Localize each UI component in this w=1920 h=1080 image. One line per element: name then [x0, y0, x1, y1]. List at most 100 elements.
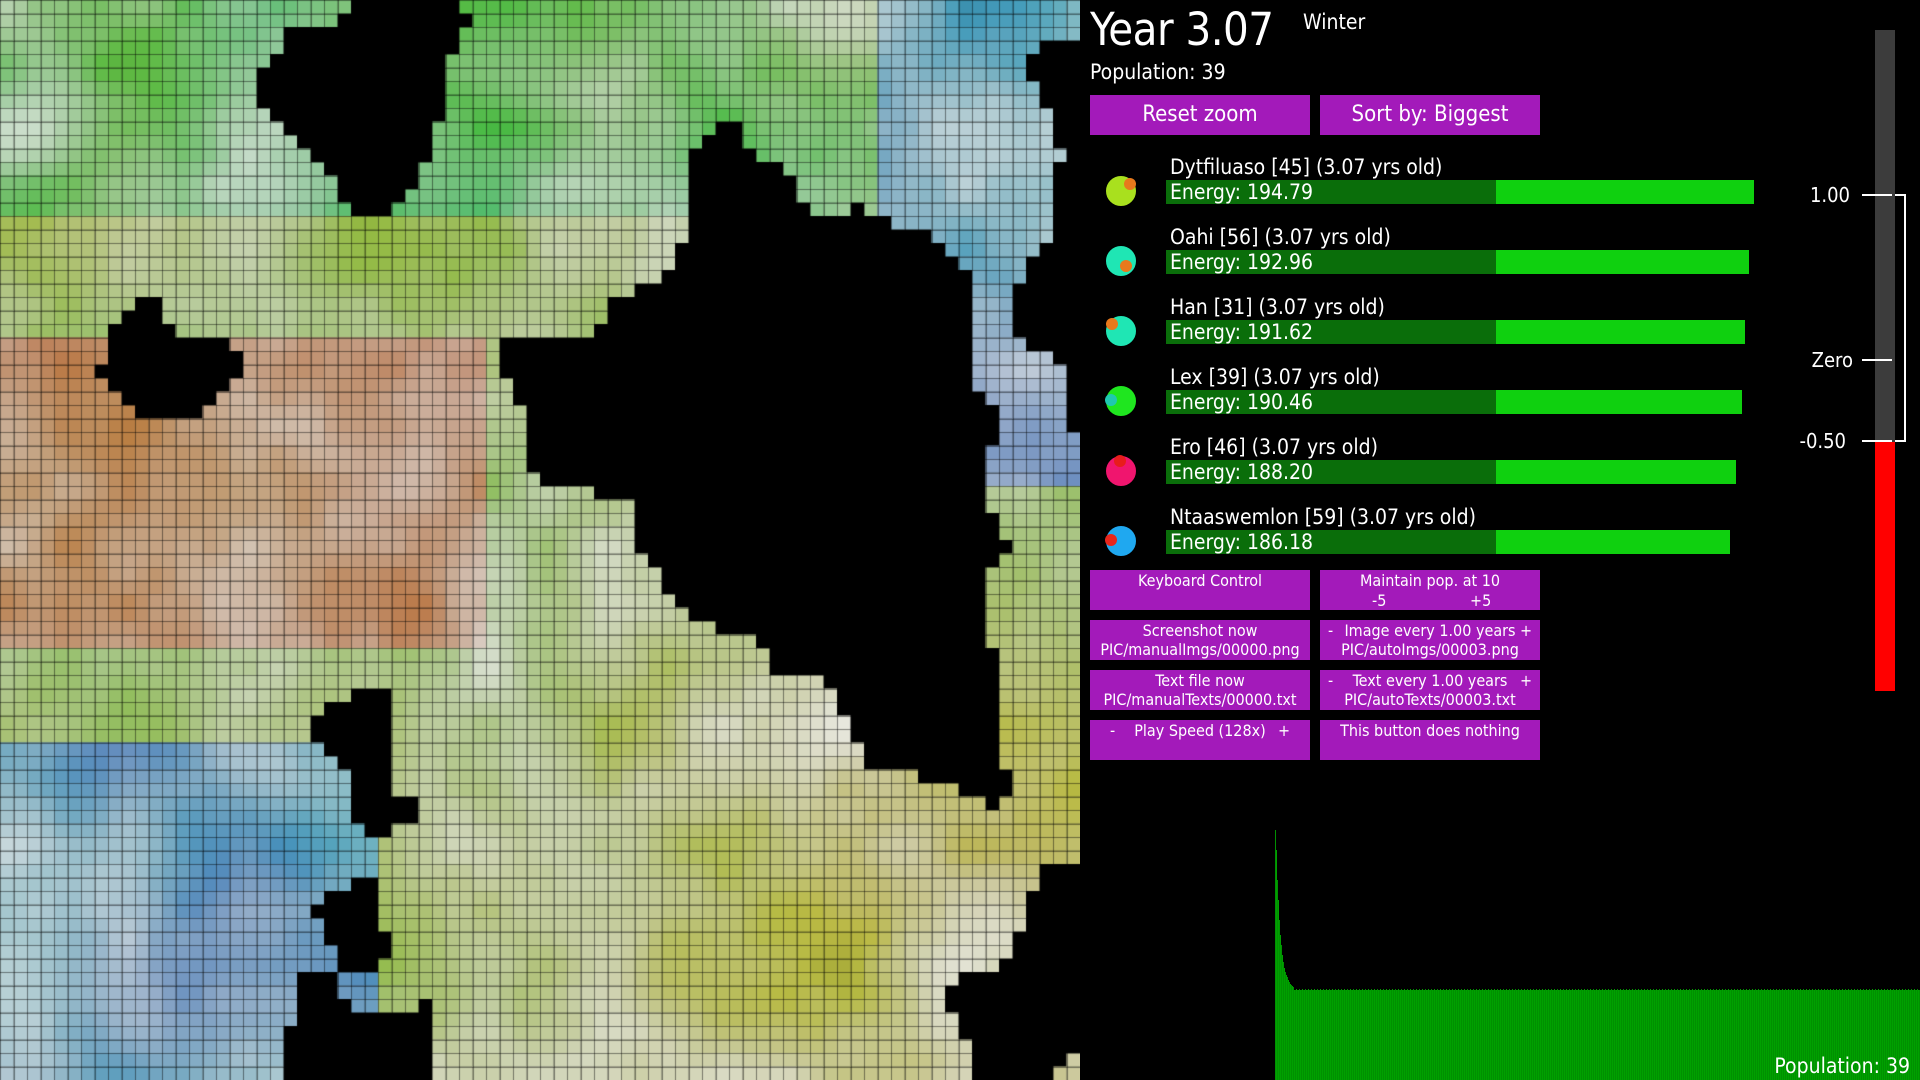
population-graph-bar — [1569, 989, 1570, 1080]
population-graph-bar — [1409, 990, 1410, 1080]
creature-row[interactable]: Dytfiluaso [45] (3.07 yrs old) Energy: 19… — [1080, 155, 1810, 225]
population-graph-bar — [1372, 990, 1373, 1080]
population-graph-bar — [1558, 990, 1559, 1080]
population-graph-bar — [1667, 990, 1668, 1080]
reset-zoom-button[interactable]: Reset zoom — [1090, 95, 1310, 135]
sort-button[interactable]: Sort by: Biggest — [1320, 95, 1540, 135]
population-graph-bar — [1627, 990, 1628, 1080]
creature-row[interactable]: Han [31] (3.07 yrs old) Energy: 191.62 — [1080, 295, 1810, 365]
maintain-pop-decrease[interactable]: -5 — [1372, 591, 1386, 610]
population-graph-bar — [1278, 900, 1279, 1080]
maintain-pop-button[interactable]: Maintain pop. at 10 -5 +5 — [1320, 570, 1540, 610]
population-graph-bar — [1688, 990, 1689, 1080]
population-graph-bar — [1612, 990, 1613, 1080]
screenshot-label: Screenshot now — [1142, 621, 1258, 640]
creature-row[interactable]: Ero [46] (3.07 yrs old) Energy: 188.20 — [1080, 435, 1810, 505]
population-graph-bar — [1552, 990, 1553, 1080]
population-graph-bar — [1743, 989, 1744, 1080]
text-every-increase[interactable]: + — [1520, 671, 1532, 690]
population-graph-bar — [1517, 990, 1518, 1080]
population-graph-bar — [1663, 990, 1664, 1080]
population-graph-bar — [1562, 990, 1563, 1080]
population-graph-bar — [1498, 990, 1499, 1080]
text-file-button[interactable]: Text file now PIC/manualTexts/00000.txt — [1090, 670, 1310, 710]
population-graph-bar — [1287, 977, 1288, 1080]
population-graph-bar — [1577, 990, 1578, 1080]
population-graph-bar — [1554, 989, 1555, 1080]
keyboard-control-label: Keyboard Control — [1137, 571, 1263, 590]
population-graph-bar — [1521, 989, 1522, 1080]
nothing-button[interactable]: This button does nothing — [1320, 720, 1540, 760]
population-graph-bar — [1603, 990, 1604, 1080]
population-graph-bar — [1464, 989, 1465, 1080]
text-every-decrease[interactable]: - — [1328, 671, 1333, 690]
population-graph-bar — [1311, 989, 1312, 1080]
population-graph-bar — [1470, 989, 1471, 1080]
screenshot-button[interactable]: Screenshot now PIC/manualImgs/00000.png — [1090, 620, 1310, 660]
play-speed-increase[interactable]: + — [1278, 721, 1290, 740]
population-graph-bar — [1533, 989, 1534, 1080]
maintain-pop-label: Maintain pop. at 10 — [1359, 571, 1501, 590]
population-graph-bar — [1599, 989, 1600, 1080]
population-graph-bar — [1309, 990, 1310, 1080]
energy-bar: Energy: 194.79 — [1166, 180, 1816, 204]
population-graph-bar — [1367, 990, 1368, 1080]
population-graph-bar — [1508, 990, 1509, 1080]
population-graph-bar — [1394, 990, 1395, 1080]
population-graph-bar — [1624, 990, 1625, 1080]
population-graph-bar — [1716, 989, 1717, 1080]
population-graph-bar — [1681, 990, 1682, 1080]
population-graph-bar — [1483, 990, 1484, 1080]
population-graph-bar — [1590, 989, 1591, 1080]
population-graph-bar — [1456, 990, 1457, 1080]
population-graph-bar — [1286, 975, 1287, 1080]
text-every-button[interactable]: - Text every 1.00 years + PIC/autoTexts/… — [1320, 670, 1540, 710]
population-graph-bar — [1708, 990, 1709, 1080]
population-graph-bar — [1472, 990, 1473, 1080]
population-graph-bar — [1329, 989, 1330, 1080]
population-graph-bar — [1689, 989, 1690, 1080]
population-graph-bar — [1349, 990, 1350, 1080]
population-graph-bar — [1595, 990, 1596, 1080]
maintain-pop-increase[interactable]: +5 — [1470, 591, 1491, 610]
population-graph-bar — [1392, 989, 1393, 1080]
image-every-decrease[interactable]: - — [1328, 621, 1333, 640]
creature-row[interactable]: Oahi [56] (3.07 yrs old) Energy: 192.96 — [1080, 225, 1810, 295]
population-graph-bar — [1659, 989, 1660, 1080]
population-graph-bar — [1400, 990, 1401, 1080]
population-graph-bar — [1721, 990, 1722, 1080]
population-graph-bar — [1326, 989, 1327, 1080]
image-every-increase[interactable]: + — [1520, 621, 1532, 640]
population-graph-bar — [1706, 990, 1707, 1080]
population-graph-bar — [1340, 990, 1341, 1080]
population-graph-bar — [1386, 989, 1387, 1080]
population-graph-bar — [1433, 990, 1434, 1080]
play-speed-button[interactable]: - Play Speed (128x) + — [1090, 720, 1310, 760]
population-graph-bar — [1396, 990, 1397, 1080]
population-graph-bar — [1605, 989, 1606, 1080]
population-graph-bar — [1515, 989, 1516, 1080]
population-graph-bar — [1529, 990, 1530, 1080]
image-every-button[interactable]: - Image every 1.00 years + PIC/autoImgs/… — [1320, 620, 1540, 660]
creature-row[interactable]: Lex [39] (3.07 yrs old) Energy: 190.46 — [1080, 365, 1810, 435]
population-graph-bar — [1571, 990, 1572, 1080]
population-graph-bar — [1441, 990, 1442, 1080]
thermometer-fill — [1875, 442, 1895, 691]
population-graph-bar — [1718, 990, 1719, 1080]
population-graph-bar — [1733, 990, 1734, 1080]
population-graph-bar — [1339, 990, 1340, 1080]
population-graph-bar — [1465, 990, 1466, 1080]
creature-name: Lex [39] (3.07 yrs old) — [1170, 365, 1380, 389]
creature-row[interactable]: Ntaaswemlon [59] (3.07 yrs old) Energy: 1… — [1080, 505, 1810, 575]
population-graph-bar — [1676, 990, 1677, 1080]
population-graph-bar — [1526, 990, 1527, 1080]
creature-avatar — [1104, 314, 1138, 348]
world-map[interactable] — [0, 0, 1080, 1080]
population-graph-bar — [1491, 989, 1492, 1080]
population-graph-bar — [1419, 989, 1420, 1080]
play-speed-decrease[interactable]: - — [1110, 721, 1115, 740]
population-graph-bar — [1497, 989, 1498, 1080]
population-graph-bar — [1748, 990, 1749, 1080]
population-graph-bar — [1288, 980, 1289, 1080]
keyboard-control-button[interactable]: Keyboard Control — [1090, 570, 1310, 610]
